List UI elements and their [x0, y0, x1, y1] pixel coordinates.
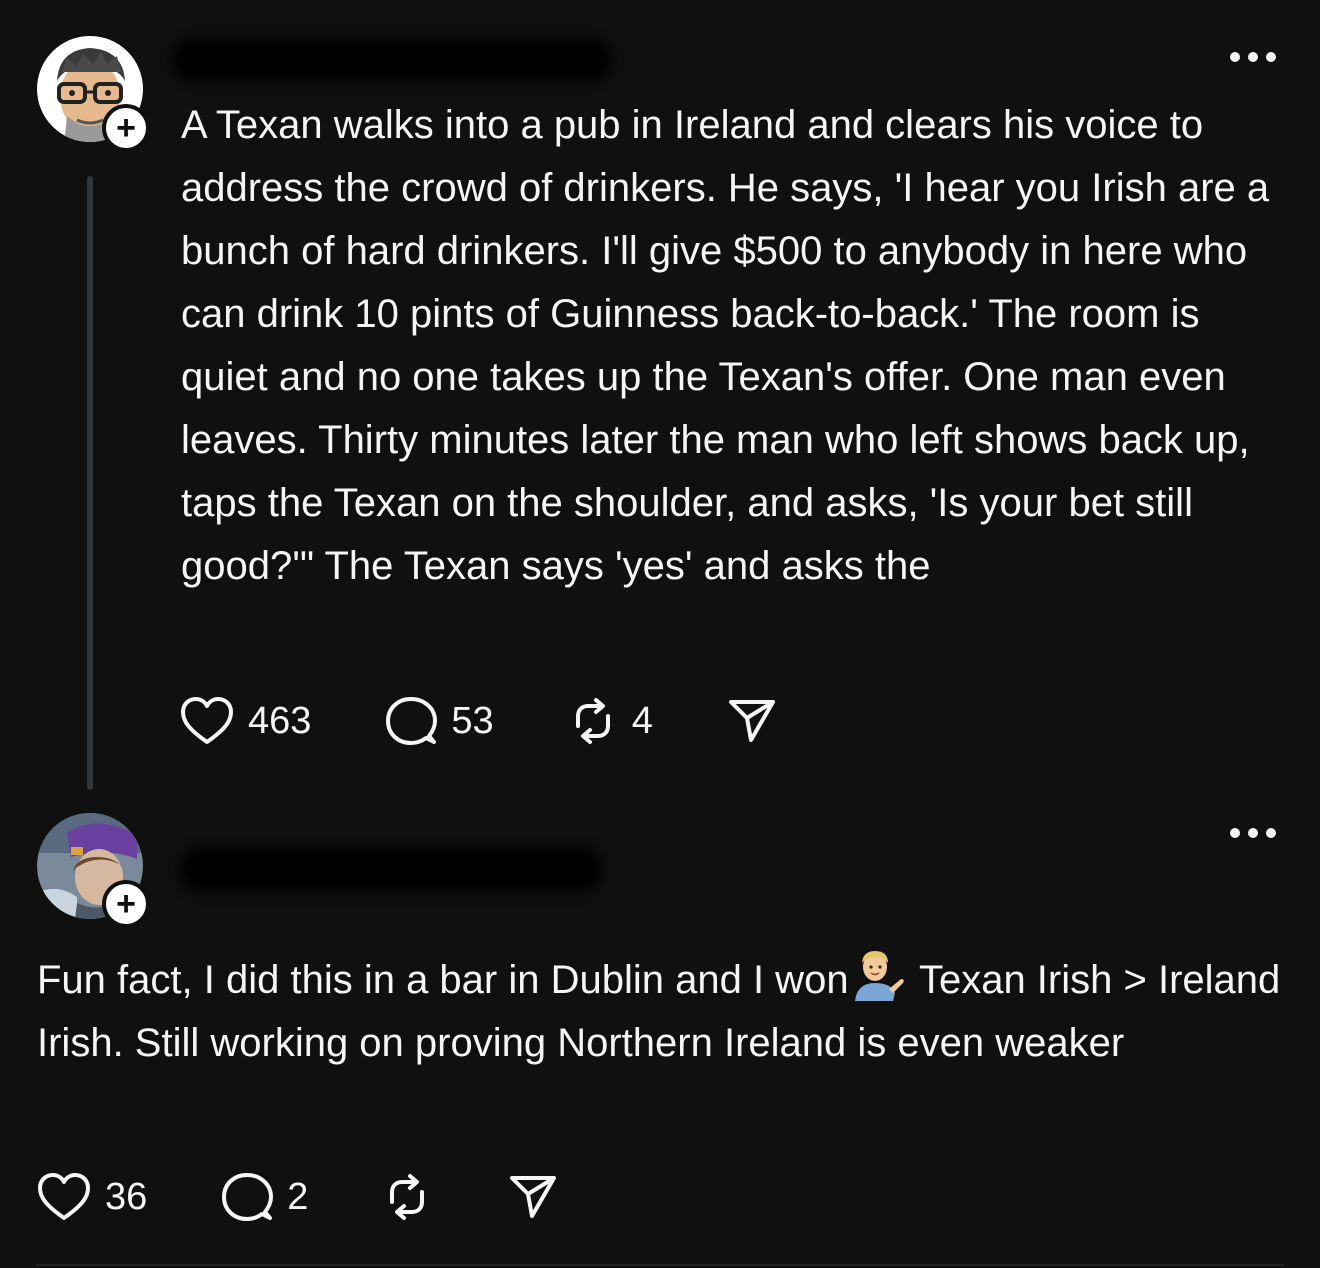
reply-button[interactable]: 2 — [221, 1172, 308, 1222]
reply-actions: 36 2 — [37, 1172, 558, 1222]
post-text: A Texan walks into a pub in Ireland and … — [181, 103, 1281, 588]
share-button[interactable] — [508, 1172, 558, 1222]
heart-icon — [38, 1173, 90, 1220]
reply-count: 2 — [287, 1175, 309, 1218]
follow-button-post-1[interactable]: + — [102, 104, 150, 152]
person-tipping-hand-emoji — [854, 951, 904, 1001]
username-redacted-post-2 — [180, 848, 602, 892]
send-icon — [728, 700, 775, 742]
reply-text: Fun fact, I did this in a bar in Dublin … — [37, 949, 1287, 1075]
reply-text-part1: Fun fact, I did this in a bar in Dublin … — [37, 958, 849, 1002]
repost-count: 4 — [631, 699, 653, 742]
like-button[interactable]: 463 — [180, 696, 311, 746]
send-icon — [510, 1176, 557, 1218]
like-button[interactable]: 36 — [37, 1172, 147, 1222]
comment-icon — [222, 1173, 274, 1221]
repost-icon — [575, 698, 610, 744]
post-actions: 463 53 4 — [180, 696, 777, 746]
more-options-icon[interactable] — [1230, 50, 1276, 64]
share-button[interactable] — [727, 696, 777, 746]
username-redacted-post-1 — [172, 38, 612, 82]
repost-button[interactable]: 4 — [568, 696, 653, 746]
comment-icon — [386, 697, 438, 745]
thread-connector-line — [87, 176, 93, 790]
repost-button[interactable] — [382, 1172, 432, 1222]
repost-icon — [390, 1174, 425, 1220]
like-count: 463 — [248, 699, 312, 742]
more-options-icon[interactable] — [1230, 826, 1276, 840]
like-count: 36 — [105, 1175, 148, 1218]
post-2: + Fun fact, I did this in a bar in Dubli… — [0, 800, 1320, 1268]
reply-count: 53 — [451, 699, 494, 742]
heart-icon — [181, 697, 233, 744]
follow-button-post-2[interactable]: + — [102, 880, 150, 928]
reply-button[interactable]: 53 — [385, 696, 494, 746]
post-1: + A Texan walks into a pub in Ireland an… — [0, 0, 1320, 800]
bottom-divider — [36, 1264, 1284, 1266]
